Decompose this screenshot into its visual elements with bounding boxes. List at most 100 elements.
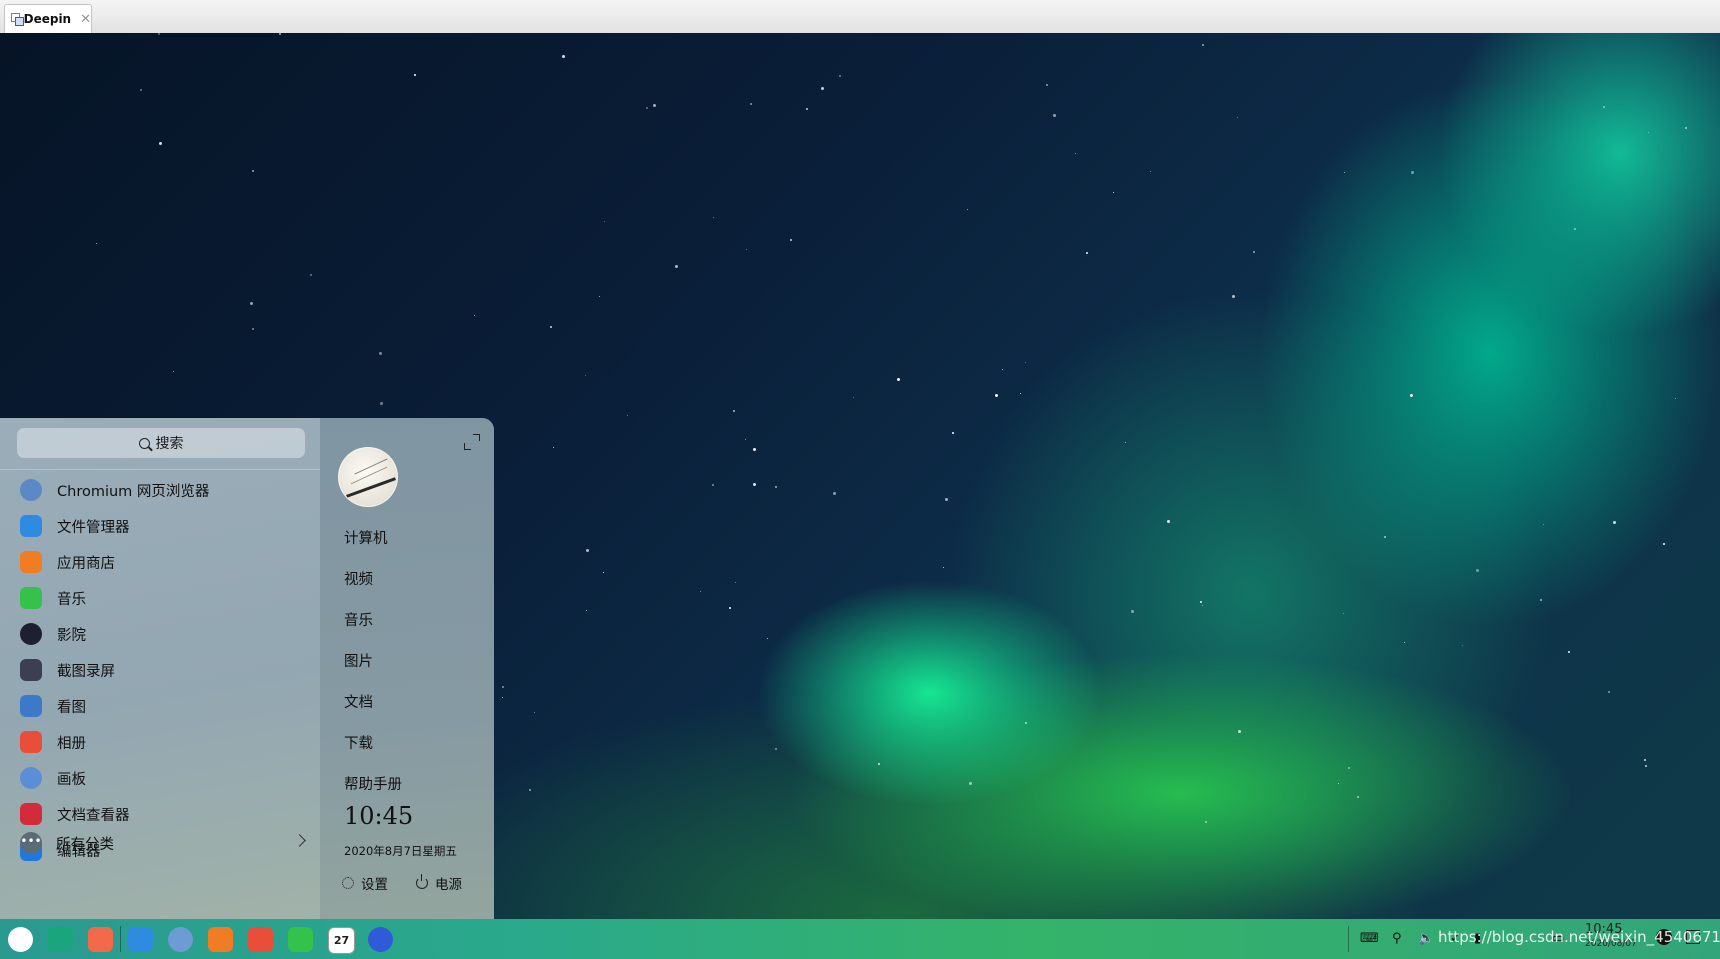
search-placeholder: 搜索 [155,436,184,452]
vm-window-icon [11,12,24,26]
star [746,249,747,250]
star [735,582,736,583]
usb-icon[interactable]: ⚲ [1392,931,1402,946]
app-item[interactable]: Chromium 网页浏览器 [20,473,310,507]
app-item[interactable]: 文件管理器 [20,509,310,543]
star [1645,765,1647,767]
star [790,239,792,241]
star [1053,114,1056,117]
star [897,378,900,381]
screenshot-icon [20,659,42,681]
place-item[interactable]: 文档 [344,691,373,712]
star [1348,767,1350,769]
app-item[interactable]: 截图录屏 [20,653,310,687]
app-item[interactable]: 相册 [20,725,310,759]
app-item[interactable]: 看图 [20,689,310,723]
tab-deepin[interactable]: Deepin ✕ [4,4,92,33]
host-window-titlebar: Deepin ✕ [0,0,1720,34]
star [562,55,565,58]
file-manager-icon[interactable] [128,927,153,952]
star [675,265,678,268]
place-item[interactable]: 音乐 [344,609,373,630]
workspace-icon[interactable] [88,927,113,952]
star [159,142,162,145]
star [534,712,535,713]
app-store-icon[interactable] [208,927,233,952]
launcher-icon[interactable] [8,927,33,952]
all-categories-button[interactable]: ••• 所有分类 [20,826,310,860]
calendar-icon[interactable]: 27 [328,927,355,954]
star [745,439,746,440]
start-launcher: 搜索 Chromium 网页浏览器 文件管理器应用商店音乐影院截图录屏看图相册画板… [0,418,494,919]
app-item[interactable]: 画板 [20,761,310,795]
control-center-icon[interactable] [368,927,393,952]
star [550,326,552,328]
place-item[interactable]: 计算机 [344,527,388,548]
music-icon[interactable] [288,927,313,952]
star [1410,394,1413,397]
watermark: https://blog.csdn.net/weixin_45406712 [1438,928,1720,946]
fullscreen-expand-icon[interactable] [464,434,480,450]
star [1167,520,1170,523]
chromium-icon[interactable] [168,927,193,952]
launcher-clock: 10:45 [344,802,414,830]
place-item[interactable]: 视频 [344,568,373,589]
star [839,75,841,77]
app-item[interactable]: 应用商店 [20,545,310,579]
star [604,221,605,222]
star [158,33,160,35]
star [1338,783,1339,784]
star [1202,44,1204,46]
app-item[interactable]: 音乐 [20,581,310,615]
draw-icon [20,767,42,789]
star [279,33,281,35]
keyboard-icon[interactable]: ⌨ [1360,931,1379,946]
star [1357,796,1359,798]
star [252,328,254,330]
star [1237,117,1238,118]
star [1568,651,1570,653]
user-avatar[interactable] [338,447,398,507]
app-item-label: 截图录屏 [57,663,115,680]
star [474,315,475,316]
tab-title: Deepin [23,12,72,26]
place-item[interactable]: 帮助手册 [344,773,402,794]
star [586,549,589,552]
star [1608,691,1610,693]
star [1086,252,1088,254]
app-item-label: 应用商店 [57,555,115,572]
power-icon [416,874,428,889]
star [553,447,554,448]
power-button[interactable]: 电源 [416,873,462,893]
star [945,498,948,501]
album-icon[interactable] [248,927,273,952]
star [821,87,824,90]
file-manager-icon [20,515,42,537]
star [96,243,97,244]
app-item[interactable]: 影院 [20,617,310,651]
star [1685,127,1687,129]
app-item-label: 影院 [57,627,86,644]
star [853,397,854,398]
place-item[interactable]: 图片 [344,650,373,671]
star [1411,171,1414,174]
launcher-date: 2020年8月7日星期五 [344,844,457,858]
app-item-label: 看图 [57,699,86,716]
settings-button[interactable]: 设置 [342,873,388,893]
album-icon [20,731,42,753]
chromium-icon [20,479,42,501]
place-item[interactable]: 下载 [344,732,373,753]
star [250,302,253,305]
app-item-label: 相册 [57,735,86,752]
star [603,572,604,573]
star [1150,171,1151,172]
star [806,108,808,110]
launcher-search-input[interactable]: 搜索 [17,428,305,458]
star [1663,543,1665,545]
tray-divider [1348,926,1349,952]
tab-close-icon[interactable]: ✕ [80,12,91,27]
volume-icon[interactable]: 🔈 [1418,931,1434,946]
star [943,567,944,568]
star [380,402,383,405]
multitask-view-icon[interactable] [48,927,73,952]
